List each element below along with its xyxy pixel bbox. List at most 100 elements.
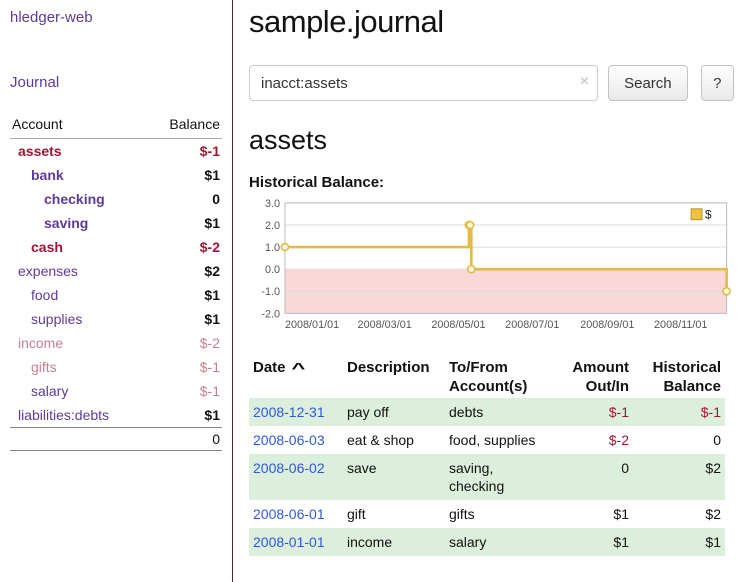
account-name-cell: income (10, 331, 147, 355)
account-balance: $1 (147, 403, 222, 428)
transaction-date-cell: 2008-06-02 (249, 454, 343, 500)
account-balance: $-1 (147, 379, 222, 403)
transaction-date-cell: 2008-06-03 (249, 426, 343, 454)
transaction-date-link[interactable]: 2008-12-31 (253, 404, 325, 420)
transaction-description: income (343, 528, 445, 556)
register-header-row: Date^ Description To/From Account(s) Amo… (249, 356, 725, 398)
account-link[interactable]: liabilities:debts (18, 407, 109, 423)
transaction-date-link[interactable]: 2008-06-02 (253, 460, 325, 476)
legend-label: $ (705, 208, 712, 222)
register-row: 2008-06-02savesaving, checking0$2 (249, 454, 725, 500)
transaction-date-link[interactable]: 2008-01-01 (253, 534, 325, 550)
account-link[interactable]: gifts (31, 359, 57, 375)
x-tick-label: 2008/09/01 (580, 319, 634, 331)
journal-link[interactable]: Journal (10, 74, 59, 91)
accounts-total-row: 0 (10, 428, 222, 451)
y-tick-label: -1.0 (261, 286, 280, 298)
register-row: 2008-06-03eat & shopfood, supplies$-20 (249, 426, 725, 454)
y-tick-label: 1.0 (265, 242, 280, 254)
account-name-cell: expenses (10, 259, 147, 283)
account-link[interactable]: cash (31, 239, 63, 255)
account-balance: $2 (147, 259, 222, 283)
account-name-cell: liabilities:debts (10, 403, 147, 428)
account-row: food $1 (10, 283, 222, 307)
register-row: 2008-01-01incomesalary$1$1 (249, 528, 725, 556)
y-tick-label: -2.0 (261, 308, 280, 320)
account-row: supplies $1 (10, 307, 222, 331)
clear-search-icon[interactable]: × (580, 73, 589, 91)
sidebar: hledger-web Journal Account Balance asse… (0, 0, 233, 582)
x-tick-label: 2008/03/01 (358, 319, 412, 331)
account-row: gifts$-1 (10, 355, 222, 379)
x-tick-label: 2008/05/01 (431, 319, 485, 331)
account-name-cell: bank (10, 163, 147, 187)
column-header-date[interactable]: Date^ (249, 356, 343, 398)
accounts-table: Account Balance assets$-1bank$1checking0… (10, 113, 222, 451)
transaction-accounts: gifts (445, 500, 549, 528)
transaction-balance: $-1 (633, 398, 725, 426)
transaction-accounts: food, supplies (445, 426, 549, 454)
account-row: expenses $2 (10, 259, 222, 283)
account-row: checking 0 (10, 187, 222, 211)
transaction-amount: 0 (549, 454, 633, 500)
data-point-marker (468, 266, 475, 273)
register-table: Date^ Description To/From Account(s) Amo… (249, 356, 725, 556)
account-name-cell: assets (10, 139, 147, 164)
transaction-accounts: saving, checking (445, 454, 549, 500)
transaction-amount: $1 (549, 500, 633, 528)
main-content: sample.journal × Search ? assets Histori… (233, 0, 742, 582)
account-balance: $1 (147, 163, 222, 187)
account-row: bank $1 (10, 163, 222, 187)
transaction-amount: $-1 (549, 398, 633, 426)
x-tick-label: 2008/01/01 (285, 319, 339, 331)
account-balance: $1 (147, 283, 222, 307)
search-bar: × Search ? (249, 65, 734, 101)
account-balance: $1 (147, 211, 222, 235)
transaction-description: eat & shop (343, 426, 445, 454)
account-row: liabilities:debts $1 (10, 403, 222, 428)
transaction-description: save (343, 454, 445, 500)
account-link[interactable]: assets (18, 143, 62, 159)
register-row: 2008-06-01giftgifts$1$2 (249, 500, 725, 528)
account-link[interactable]: bank (31, 167, 64, 183)
account-balance: $-1 (147, 139, 222, 164)
total-spacer (10, 428, 147, 451)
transaction-description: pay off (343, 398, 445, 426)
transaction-amount: $1 (549, 528, 633, 556)
account-link[interactable]: supplies (31, 311, 82, 327)
hledger-web-app: hledger-web Journal Account Balance asse… (0, 0, 742, 582)
transaction-balance: $1 (633, 528, 725, 556)
account-link[interactable]: expenses (18, 263, 78, 279)
search-input[interactable] (249, 65, 598, 101)
legend-swatch (691, 209, 702, 220)
help-button[interactable]: ? (701, 65, 734, 101)
account-link[interactable]: saving (44, 215, 88, 231)
account-balance: 0 (147, 187, 222, 211)
account-balance: $1 (147, 307, 222, 331)
account-link[interactable]: food (31, 287, 58, 303)
transaction-amount: $-2 (549, 426, 633, 454)
account-link[interactable]: salary (31, 383, 68, 399)
app-title-link[interactable]: hledger-web (10, 9, 93, 26)
search-button[interactable]: Search (608, 65, 688, 101)
account-link[interactable]: income (18, 335, 63, 351)
account-row: income $-2 (10, 331, 222, 355)
account-name-cell: supplies (10, 307, 147, 331)
account-link[interactable]: checking (44, 191, 105, 207)
account-row: assets $-1 (10, 139, 222, 164)
column-header-balance: Historical Balance (633, 356, 725, 398)
register-row: 2008-12-31pay offdebts$-1$-1 (249, 398, 725, 426)
transaction-description: gift (343, 500, 445, 528)
column-header-description: Description (343, 356, 445, 398)
account-row: saving $1 (10, 211, 222, 235)
account-heading: assets (249, 125, 734, 156)
account-balance: $-2 (147, 331, 222, 355)
transaction-date-link[interactable]: 2008-06-01 (253, 506, 325, 522)
search-box: × (249, 65, 598, 101)
transaction-date-link[interactable]: 2008-06-03 (253, 432, 325, 448)
y-tick-label: 3.0 (265, 198, 280, 210)
transaction-date-cell: 2008-12-31 (249, 398, 343, 426)
x-tick-label: 2008/11/01 (654, 319, 707, 331)
page-title: sample.journal (249, 4, 734, 40)
account-name-cell: checking (10, 187, 147, 211)
